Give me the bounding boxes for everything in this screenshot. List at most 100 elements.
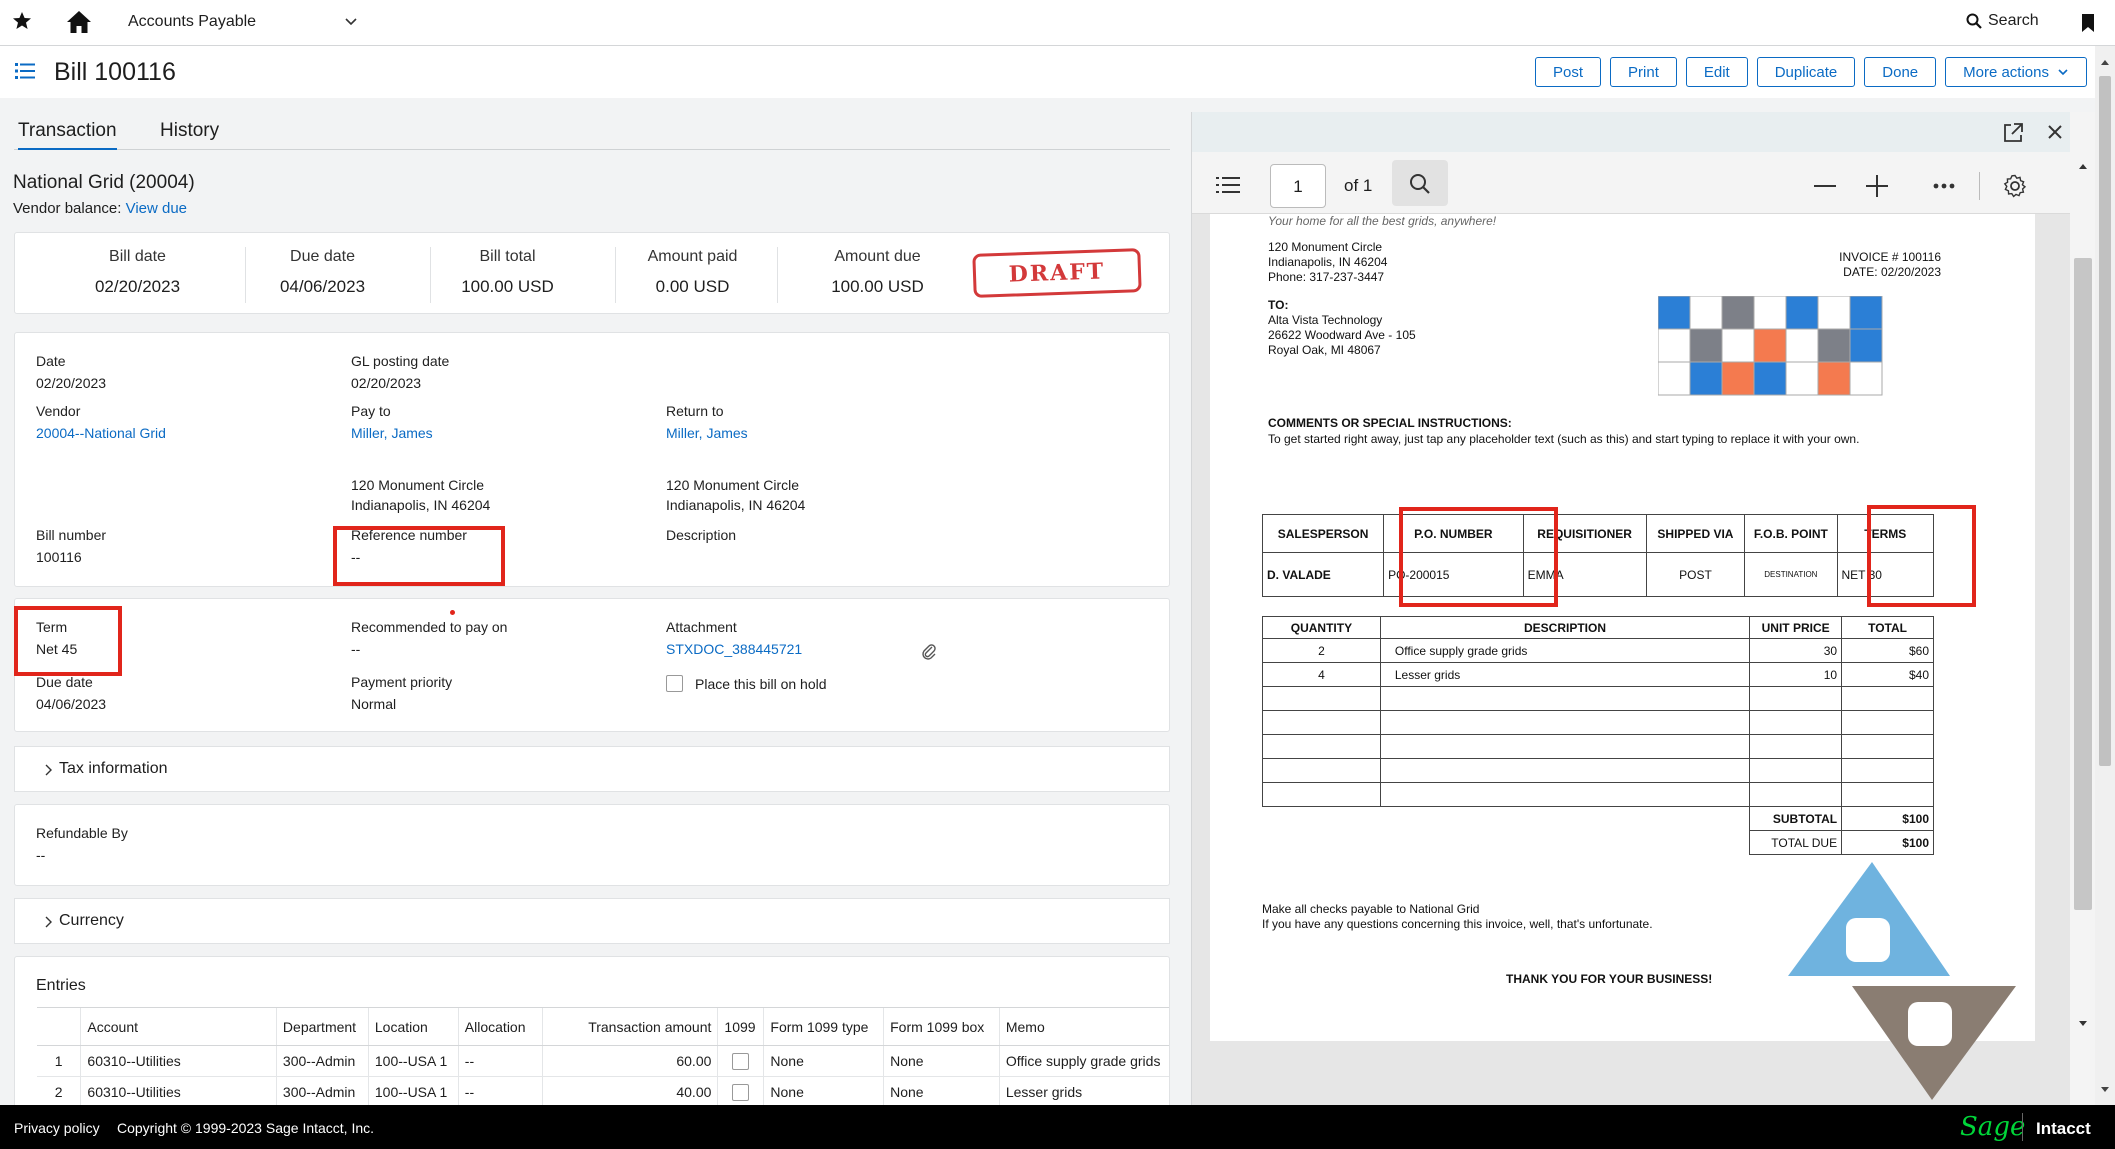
due-date-field: Due date 04/06/2023 (36, 674, 106, 712)
column-header[interactable]: Form 1099 box (883, 1007, 1000, 1046)
tab-history[interactable]: History (160, 120, 219, 148)
column-header[interactable]: Memo (998, 1007, 1169, 1046)
table-row (1262, 734, 1934, 759)
thanks-note: THANK YOU FOR YOUR BUSINESS! (1506, 972, 1713, 986)
address-line: 120 Monument Circle (1268, 240, 1383, 254)
page-header: Bill 100116 Post Print Edit Duplicate Do… (0, 46, 2095, 98)
column-header[interactable]: Form 1099 type (763, 1007, 884, 1046)
home-icon[interactable] (66, 10, 92, 34)
watermark-logo (1788, 862, 2016, 1100)
paperclip-icon[interactable] (921, 643, 937, 661)
chevron-down-icon[interactable] (344, 16, 358, 28)
zoom-in-icon[interactable] (1866, 175, 1888, 197)
done-button[interactable]: Done (1864, 57, 1937, 87)
cell-department: 300--Admin (275, 1045, 369, 1077)
payment-terms: Term Net 45 Due date 04/06/2023 Recommende… (14, 598, 1170, 732)
tax-information-section[interactable]: Tax information (14, 746, 1170, 792)
cell-total: $40 (1841, 662, 1934, 687)
bookmark-icon[interactable] (2081, 13, 2095, 33)
column-header[interactable]: Location (367, 1007, 459, 1046)
field-value: 04/06/2023 (36, 696, 107, 712)
post-button[interactable]: Post (1535, 57, 1602, 87)
chevron-right-icon (45, 764, 52, 776)
privacy-policy-link[interactable]: Privacy policy (14, 1120, 100, 1136)
scroll-down-icon[interactable] (2100, 1086, 2110, 1094)
field-value: 100116 (36, 549, 82, 565)
more-actions-button[interactable]: More actions (1945, 57, 2087, 87)
scroll-up-icon[interactable] (2100, 58, 2110, 66)
summary-value: 02/20/2023 (94, 277, 181, 296)
highlight-reference-number (333, 526, 505, 586)
column-header[interactable]: 1099 (717, 1007, 764, 1046)
hold-option: Place this bill on hold (666, 675, 827, 692)
open-external-icon[interactable] (2002, 122, 2024, 144)
table-row: TOTAL DUE $100 (1263, 830, 1934, 855)
address-line: Indianapolis, IN 46204 (666, 497, 806, 513)
close-icon[interactable] (2047, 124, 2063, 140)
section-title: Tax information (59, 760, 168, 777)
field-value: 02/20/2023 (351, 375, 422, 391)
column-header[interactable]: Transaction amount (541, 1007, 718, 1046)
zoom-out-icon[interactable] (1814, 184, 1836, 188)
payment-priority-field: Payment priority Normal (351, 674, 452, 712)
address-line: Indianapolis, IN 46204 (351, 497, 491, 513)
tab-transaction[interactable]: Transaction (18, 120, 117, 150)
summary-label: Amount paid (647, 248, 738, 265)
table-row[interactable]: 1 60310--Utilities 300--Admin 100--USA 1… (37, 1045, 1169, 1077)
viewer-scrollbar[interactable] (2070, 112, 2096, 1105)
cell-form-type: None (763, 1045, 884, 1077)
print-button[interactable]: Print (1610, 57, 1677, 87)
top-navigation-bar: Accounts Payable Search (0, 0, 2115, 46)
table-row (1262, 758, 1934, 783)
summary-label: Due date (290, 248, 355, 265)
row-number: 1 (37, 1045, 81, 1077)
attachment-link[interactable]: STXDOC_388445721 (666, 641, 802, 657)
scroll-up-icon[interactable] (2078, 162, 2088, 170)
return-to-field: Return to Miller, James (666, 403, 748, 441)
scrollbar-thumb[interactable] (2099, 76, 2111, 766)
search-icon (1966, 13, 1982, 29)
table-row (1262, 686, 1934, 711)
duplicate-button[interactable]: Duplicate (1756, 57, 1856, 87)
cell-form-type: None (763, 1076, 884, 1105)
currency-section[interactable]: Currency (14, 898, 1170, 944)
search-icon (1410, 174, 1430, 194)
return-to-link[interactable]: Miller, James (666, 425, 748, 441)
cell-unit-price: 30 (1749, 638, 1843, 663)
more-options-icon[interactable] (1933, 183, 1955, 189)
outline-icon[interactable] (1216, 176, 1240, 194)
address-line: 120 Monument Circle (666, 477, 800, 493)
scroll-down-icon[interactable] (2078, 1020, 2088, 1028)
pdf-search-button[interactable] (1392, 160, 1448, 206)
module-selector[interactable]: Accounts Payable (128, 13, 256, 31)
section-title: Currency (59, 912, 124, 929)
column-header[interactable]: Department (275, 1007, 369, 1046)
table-row[interactable]: 2 60310--Utilities 300--Admin 100--USA 1… (37, 1076, 1169, 1105)
cell-account: 60310--Utilities (80, 1045, 277, 1077)
column-header[interactable]: Account (80, 1007, 277, 1046)
list-icon[interactable] (15, 62, 35, 80)
scrollbar-thumb[interactable] (2074, 258, 2092, 910)
gear-icon[interactable] (2003, 174, 2027, 198)
section-title: Entries (36, 977, 86, 994)
view-due-link[interactable]: View due (126, 200, 187, 217)
page-scrollbar[interactable] (2095, 46, 2115, 1105)
pay-to-field: Pay to Miller, James (351, 403, 433, 441)
vendor-link[interactable]: 20004--National Grid (36, 425, 166, 441)
global-search[interactable]: Search (1966, 12, 2039, 30)
summary-amount-paid: Amount paid 0.00 USD (600, 233, 785, 313)
page-number-input[interactable]: 1 (1270, 164, 1326, 208)
checkbox-1099[interactable] (732, 1052, 750, 1070)
field-label: Vendor (36, 403, 81, 419)
subtotal-label: SUBTOTAL (1749, 806, 1843, 831)
description-field: Description (666, 527, 736, 543)
bill-summary: Bill date 02/20/2023 Due date 04/06/2023 B… (14, 232, 1170, 314)
invoice-number: INVOICE # 100116 (1839, 250, 1941, 264)
cell-salesperson: D. VALADE (1261, 552, 1385, 597)
checkbox-1099[interactable] (732, 1083, 750, 1101)
pay-to-link[interactable]: Miller, James (351, 425, 433, 441)
star-icon[interactable] (12, 11, 32, 31)
hold-checkbox[interactable] (666, 675, 683, 692)
column-header[interactable]: Allocation (457, 1007, 543, 1046)
edit-button[interactable]: Edit (1685, 57, 1748, 87)
